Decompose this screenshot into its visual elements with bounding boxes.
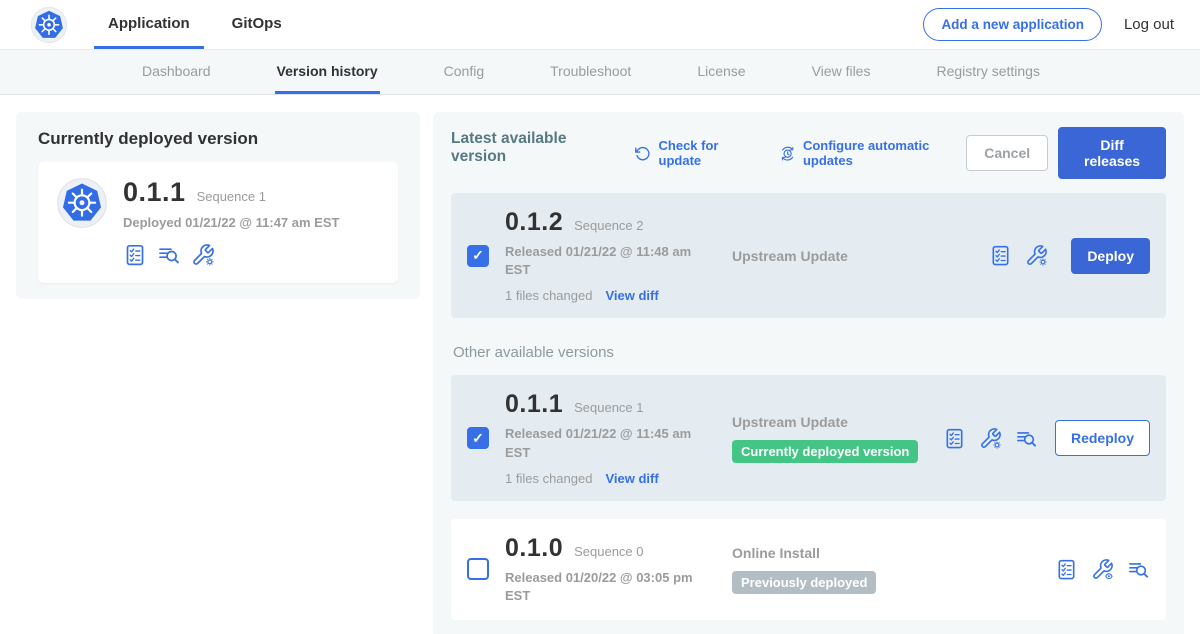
view-diff-link[interactable]: View diff xyxy=(605,288,658,303)
version-source-label: Upstream Update xyxy=(732,248,973,264)
app-sub-nav: Dashboard Version history Config Trouble… xyxy=(0,50,1200,95)
edit-config-icon[interactable] xyxy=(979,427,1002,450)
released-timestamp: Released 01/21/22 @ 11:48 am EST xyxy=(505,243,710,279)
currently-deployed-title: Currently deployed version xyxy=(38,129,398,149)
version-row-0-1-0: 0.1.0 Sequence 0 Released 01/20/22 @ 03:… xyxy=(451,519,1166,620)
subnav-license[interactable]: License xyxy=(695,50,747,94)
preflight-checks-icon[interactable] xyxy=(989,244,1012,267)
add-application-button[interactable]: Add a new application xyxy=(923,8,1102,41)
configure-automatic-updates-link[interactable]: Configure automatic updates xyxy=(779,138,967,168)
subnav-version-history[interactable]: Version history xyxy=(275,50,380,94)
deploy-button[interactable]: Deploy xyxy=(1071,238,1150,274)
version-number: 0.1.2 xyxy=(505,208,563,237)
sequence-label: Sequence 2 xyxy=(574,218,643,233)
check-for-update-label: Check for update xyxy=(659,138,755,168)
sequence-label: Sequence 0 xyxy=(574,544,643,559)
sequence-label: Sequence 1 xyxy=(574,400,643,415)
logout-link[interactable]: Log out xyxy=(1124,16,1174,33)
version-source-label: Upstream Update xyxy=(732,414,927,430)
diff-checkbox[interactable] xyxy=(467,245,489,267)
currently-deployed-badge: Currently deployed version xyxy=(732,440,918,463)
refresh-icon xyxy=(634,144,651,163)
subnav-config[interactable]: Config xyxy=(442,50,486,94)
subnav-registry-settings[interactable]: Registry settings xyxy=(934,50,1041,94)
clock-refresh-icon xyxy=(779,144,796,163)
latest-available-title: Latest available version xyxy=(451,130,610,166)
deployed-sequence-label: Sequence 1 xyxy=(197,189,266,204)
diff-releases-button[interactable]: Diff releases xyxy=(1058,127,1166,179)
diff-checkbox[interactable] xyxy=(467,558,489,580)
version-number: 0.1.0 xyxy=(505,534,563,563)
edit-config-icon[interactable] xyxy=(191,243,215,267)
currently-deployed-panel: Currently deployed version 0.1.1 Sequenc… xyxy=(16,112,420,299)
subnav-dashboard[interactable]: Dashboard xyxy=(140,50,213,94)
top-nav: Application GitOps Add a new application… xyxy=(0,0,1200,50)
preflight-checks-icon[interactable] xyxy=(123,243,147,267)
view-diff-link[interactable]: View diff xyxy=(605,471,658,486)
released-timestamp: Released 01/21/22 @ 11:45 am EST xyxy=(505,425,710,461)
edit-config-icon[interactable] xyxy=(1025,244,1048,267)
kubernetes-logo-icon xyxy=(30,6,68,44)
available-versions-header: Latest available version Check for updat… xyxy=(451,127,1166,179)
version-row-0-1-1: 0.1.1 Sequence 1 Released 01/21/22 @ 11:… xyxy=(451,375,1166,500)
preflight-checks-icon[interactable] xyxy=(943,427,966,450)
view-config-icon[interactable] xyxy=(1091,558,1114,581)
diff-checkbox[interactable] xyxy=(467,427,489,449)
version-number: 0.1.1 xyxy=(505,390,563,419)
version-source-label: Online Install xyxy=(732,545,1039,561)
files-changed-label: 1 files changed xyxy=(505,471,592,486)
subnav-troubleshoot[interactable]: Troubleshoot xyxy=(548,50,633,94)
deployed-version-card: 0.1.1 Sequence 1 Deployed 01/21/22 @ 11:… xyxy=(38,162,398,283)
subnav-view-files[interactable]: View files xyxy=(810,50,873,94)
preflight-checks-icon[interactable] xyxy=(1055,558,1078,581)
previously-deployed-badge: Previously deployed xyxy=(732,571,876,594)
configure-updates-label: Configure automatic updates xyxy=(803,138,966,168)
deploy-logs-icon[interactable] xyxy=(157,243,181,267)
deploy-logs-icon[interactable] xyxy=(1015,427,1038,450)
app-logo-icon xyxy=(56,177,108,229)
redeploy-button[interactable]: Redeploy xyxy=(1055,420,1150,456)
other-versions-title: Other available versions xyxy=(453,344,1166,361)
deployed-timestamp: Deployed 01/21/22 @ 11:47 am EST xyxy=(123,215,339,230)
cancel-button[interactable]: Cancel xyxy=(966,135,1048,171)
version-row-0-1-2: 0.1.2 Sequence 2 Released 01/21/22 @ 11:… xyxy=(451,193,1166,318)
deploy-logs-icon[interactable] xyxy=(1127,558,1150,581)
top-tabs: Application GitOps xyxy=(94,0,296,49)
deployed-version-number: 0.1.1 xyxy=(123,177,186,208)
check-for-update-link[interactable]: Check for update xyxy=(634,138,754,168)
released-timestamp: Released 01/20/22 @ 03:05 pm EST xyxy=(505,569,710,605)
top-nav-right: Add a new application Log out xyxy=(923,8,1174,41)
tab-gitops[interactable]: GitOps xyxy=(218,0,296,49)
main-content: Currently deployed version 0.1.1 Sequenc… xyxy=(0,95,1200,634)
available-versions-panel: Latest available version Check for updat… xyxy=(433,112,1184,634)
files-changed-label: 1 files changed xyxy=(505,288,592,303)
tab-application[interactable]: Application xyxy=(94,0,204,49)
